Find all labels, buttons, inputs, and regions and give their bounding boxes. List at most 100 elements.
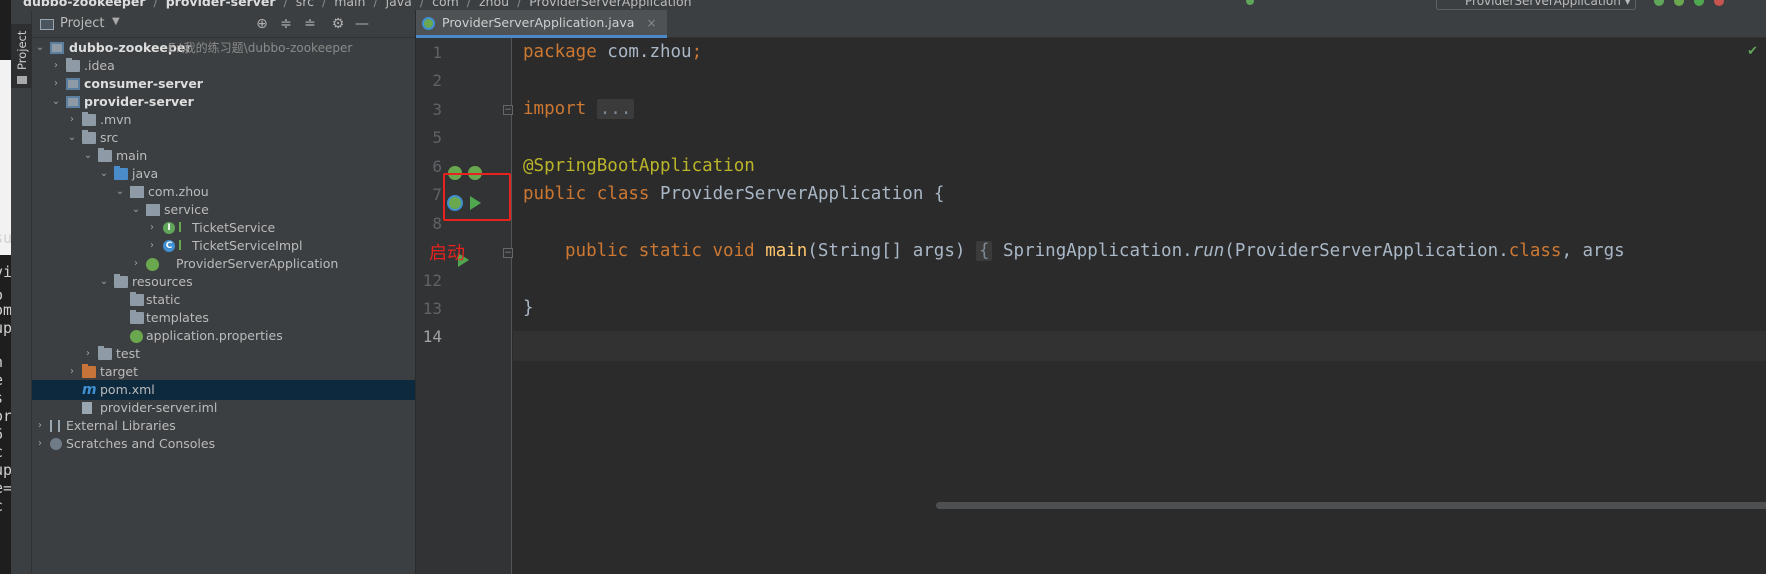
background-text: up [0,319,11,337]
tree-item-label: templates [146,310,209,325]
chevron-down-icon[interactable]: ⌄ [114,182,126,202]
tree-item-target[interactable]: › target [32,362,415,382]
breadcrumb-item[interactable]: dubbo-zookeeper [23,0,146,9]
chevron-down-icon[interactable]: ⌄ [34,38,46,58]
editor-gutter: 1 2 3 5 6 7 8 12 13 14 − − [416,38,513,574]
coverage-icon[interactable] [1694,0,1704,6]
breadcrumb-item[interactable]: com [432,0,459,9]
tree-item-idea[interactable]: › .idea [32,56,415,76]
tree-item-label: test [116,346,141,361]
folder-icon [82,112,96,126]
tree-item-label: TicketServiceImpl [192,238,303,253]
chevron-right-icon[interactable]: › [50,74,62,94]
chevron-right-icon[interactable]: › [34,434,46,454]
tree-item-src[interactable]: ⌄ src [32,128,415,148]
collapse-all-icon[interactable]: ≐ [302,16,318,32]
chevron-right-icon[interactable]: › [34,416,46,436]
minimize-icon[interactable]: — [354,16,370,32]
maven-icon: m [82,382,97,398]
breadcrumb-item[interactable]: ProviderServerApplication [529,0,691,9]
chevron-right-icon[interactable]: › [146,236,158,256]
chevron-down-icon[interactable]: ⌄ [82,146,94,166]
chevron-down-icon[interactable]: ⌄ [98,164,110,184]
run-icon[interactable] [1654,0,1664,6]
breadcrumb-item[interactable]: provider-server [166,0,276,9]
chevron-right-icon[interactable]: › [130,254,142,274]
tree-item-provider-server[interactable]: ⌄ provider-server [32,92,415,112]
chevron-down-icon[interactable]: ⌄ [66,128,78,148]
breadcrumb-item[interactable]: main [334,0,365,9]
folder-icon [98,346,112,360]
tab-providerserverapplication-java[interactable]: ProviderServerApplication.java × [416,10,667,38]
tree-item-label: provider-server [84,94,194,109]
chevron-right-icon[interactable]: › [82,344,94,364]
code-area[interactable]: package com.zhou; import ... @SpringBoot… [513,38,1766,574]
annotation-launch-label: 启动 [429,243,465,264]
tree-item-mvn[interactable]: › .mvn [32,110,415,130]
chevron-right-icon[interactable]: › [66,110,78,130]
properties-file-icon [130,330,143,343]
tree-item-label: TicketService [192,220,276,235]
build-icon[interactable] [1246,0,1254,5]
source-folder-icon [114,166,128,180]
breadcrumb-item[interactable]: java [386,0,412,9]
code-line-7: public class ProviderServerApplication { [523,184,945,204]
line-number: 6 [432,157,442,176]
project-tool-label[interactable]: Project [15,31,29,70]
tree-item-resources[interactable]: ⌄ resources [32,272,415,292]
tree-item-com-zhou[interactable]: ⌄ com.zhou [32,182,415,202]
line-number: 5 [432,128,442,147]
tree-item-label: target [100,364,139,379]
close-icon[interactable]: × [646,16,656,30]
folded-imports[interactable]: ... [596,99,635,119]
tree-item-service[interactable]: ⌄ service [32,200,415,220]
project-path: E:\我的练习题\dubbo-zookeeper [168,41,353,55]
folder-icon [66,58,80,72]
profile-icon[interactable] [1714,0,1724,6]
tree-item-consumer-server[interactable]: › consumer-server [32,74,415,94]
tree-item-templates[interactable]: templates [32,308,415,328]
inspection-ok-icon[interactable]: ✔ [1747,44,1758,59]
code-line-6: @SpringBootApplication [523,156,755,176]
line-number: 3 [432,100,442,119]
locate-icon[interactable]: ⊕ [254,16,270,32]
breadcrumb-item[interactable]: zhou [479,0,509,9]
chevron-right-icon[interactable]: › [50,56,62,76]
tree-item-ticketserviceimpl[interactable]: › C TicketServiceImpl [32,236,415,256]
code-line-1: package com.zhou; [523,42,703,62]
fold-icon[interactable]: − [503,105,513,115]
spring-bean-icon [179,240,187,250]
library-icon [50,420,60,432]
tree-item-scratches[interactable]: › Scratches and Consoles [32,434,415,454]
debug-icon[interactable] [1674,0,1684,6]
tree-item-pom-xml[interactable]: m pom.xml [32,380,415,400]
run-configuration-select[interactable]: ProviderServerApplication ▾ [1436,0,1636,10]
tree-item-label: application.properties [146,328,283,343]
tree-item-static[interactable]: static [32,290,415,310]
project-panel-title[interactable]: Project [60,16,104,31]
horizontal-scrollbar[interactable] [936,502,1766,509]
breadcrumb-item[interactable]: src [296,0,314,9]
line-number: 2 [432,71,442,90]
tree-item-providerserverapplication[interactable]: › ProviderServerApplication [32,254,415,274]
tree-item-external-libraries[interactable]: › External Libraries [32,416,415,436]
tree-item-application-properties[interactable]: application.properties [32,326,415,346]
tree-item-test[interactable]: › test [32,344,415,364]
fold-icon[interactable]: − [503,248,513,258]
chevron-down-icon[interactable]: ⌄ [50,92,62,112]
expand-all-icon[interactable]: ≑ [278,16,294,32]
gear-icon[interactable]: ⚙ [330,16,346,32]
interface-icon: I [163,222,175,234]
tree-item-main[interactable]: ⌄ main [32,146,415,166]
chevron-right-icon[interactable]: › [146,218,158,238]
line-number: 14 [422,327,442,346]
chevron-down-icon[interactable]: ▼ [112,16,120,27]
chevron-down-icon[interactable]: ⌄ [98,272,110,292]
tree-item-ticketservice[interactable]: › I TicketService [32,218,415,238]
tree-item-provider-server-iml[interactable]: provider-server.iml [32,398,415,418]
chevron-right-icon[interactable]: › [66,362,78,382]
tree-item-java[interactable]: ⌄ java [32,164,415,184]
chevron-down-icon[interactable]: ⌄ [130,200,142,220]
tree-item-label: src [100,130,119,145]
tree-item-dubbo-zookeeper[interactable]: ⌄ dubbo-zookeeper E:\我的练习题\dubbo-zookeep… [32,38,415,58]
